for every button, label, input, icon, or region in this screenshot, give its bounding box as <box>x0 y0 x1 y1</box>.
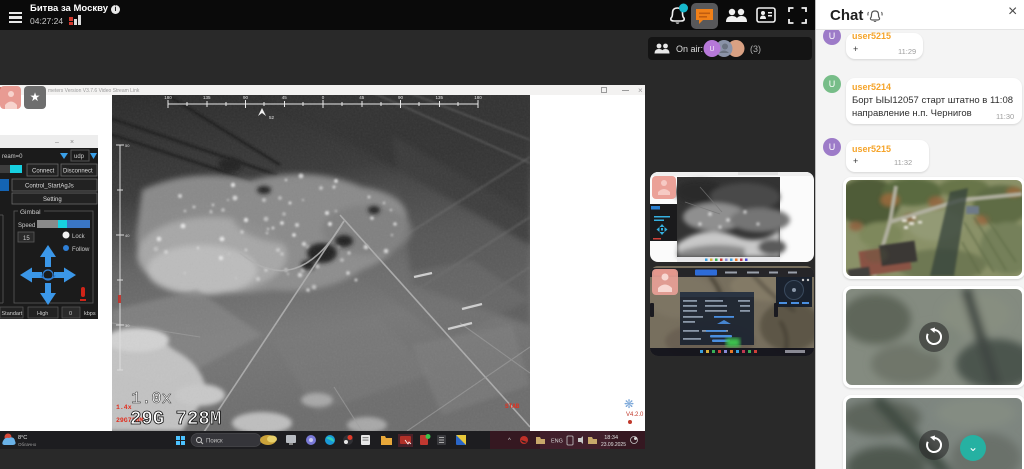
svg-text:udp: udp <box>74 154 85 160</box>
svg-text:×: × <box>70 139 74 146</box>
svg-text:18:34: 18:34 <box>604 435 618 441</box>
svg-text:(3): (3) <box>750 44 761 54</box>
svg-text:135: 135 <box>203 95 211 100</box>
svg-text:Облачно: Облачно <box>18 442 37 447</box>
svg-text:High: High <box>37 311 48 317</box>
svg-text:–: – <box>55 139 59 146</box>
svg-text:Gimbal: Gimbal <box>20 209 41 216</box>
svg-text:ENG: ENG <box>551 439 563 445</box>
svg-text:Lock: Lock <box>72 234 86 240</box>
svg-text:23.09.2025: 23.09.2025 <box>601 442 626 448</box>
svg-text:Speed: Speed <box>18 223 35 229</box>
svg-text:180: 180 <box>164 95 172 100</box>
svg-text:40: 40 <box>125 233 130 238</box>
svg-text:15: 15 <box>23 236 30 242</box>
svg-text:STAB: STAB <box>505 403 520 410</box>
svg-text:29G 728M: 29G 728M <box>130 408 221 430</box>
svg-text:90: 90 <box>398 95 404 100</box>
svg-text:Connect: Connect <box>32 169 55 175</box>
svg-text:45: 45 <box>282 95 288 100</box>
svg-text:50: 50 <box>125 143 130 148</box>
svg-text:Control_StartAgJs: Control_StartAgJs <box>25 184 74 190</box>
svg-text:Standart: Standart <box>2 311 23 317</box>
svg-text:Поиск: Поиск <box>206 439 223 445</box>
svg-text:^: ^ <box>508 438 511 444</box>
svg-text:8°C: 8°C <box>18 435 27 441</box>
svg-text:30: 30 <box>125 323 130 328</box>
svg-text:U: U <box>709 46 714 53</box>
svg-text:52: 52 <box>269 115 275 120</box>
svg-text:Disconnect: Disconnect <box>63 169 93 175</box>
svg-text:180: 180 <box>474 95 482 100</box>
svg-text:45: 45 <box>359 95 365 100</box>
svg-text:90: 90 <box>243 95 249 100</box>
svg-text:kbps: kbps <box>84 311 96 317</box>
svg-text:Follow: Follow <box>72 247 90 253</box>
svg-text:ream=0: ream=0 <box>2 154 23 160</box>
svg-text:Setting: Setting <box>43 197 62 203</box>
svg-text:0: 0 <box>69 311 72 317</box>
svg-text:135: 135 <box>436 95 444 100</box>
svg-text:On air:: On air: <box>676 44 703 54</box>
svg-text:1.0x: 1.0x <box>131 390 172 409</box>
